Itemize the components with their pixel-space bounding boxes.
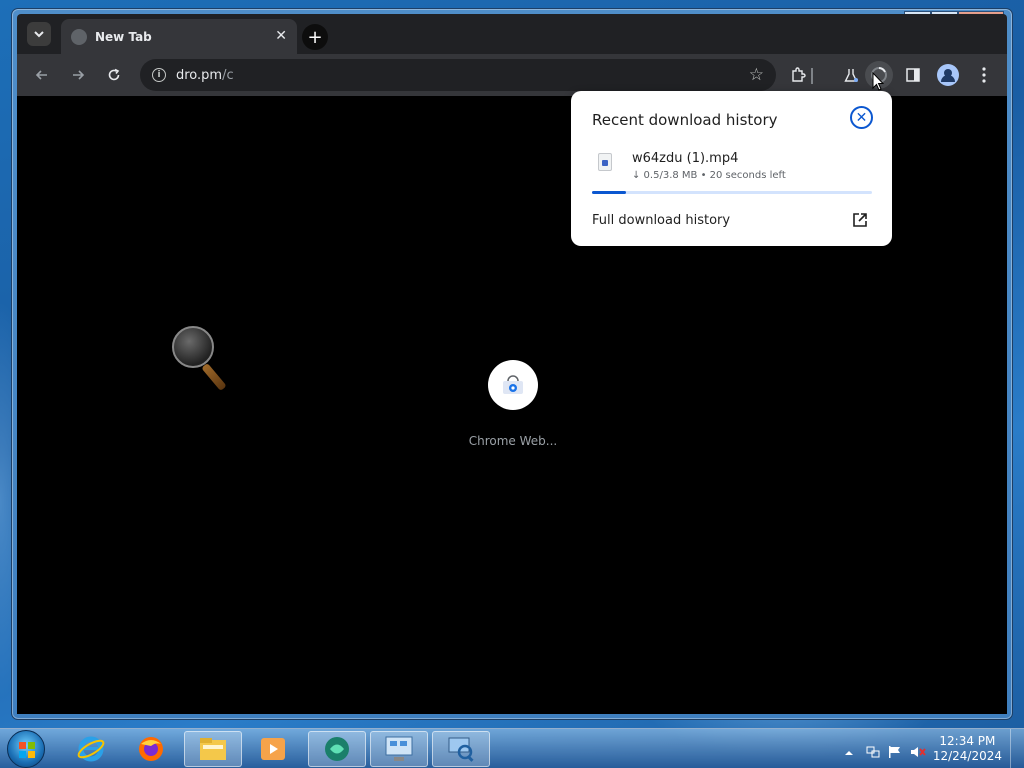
address-bar[interactable]: i dro.pm/c ☆ [140,59,776,91]
clock-time: 12:34 PM [939,734,996,748]
arrow-right-icon [73,70,85,80]
system-tray: 12:34 PM 12/24/2024 [834,729,1024,768]
reload-icon [108,68,120,81]
more-menu-icon[interactable] [973,64,995,86]
shortcut-tile[interactable] [488,360,538,410]
arrow-left-icon [35,70,47,80]
show-desktop-button[interactable] [1010,729,1024,768]
close-bubble-icon[interactable]: ✕ [850,106,873,129]
download-status: ↓ 0.5/3.8 MB • 20 seconds left [632,170,786,181]
control-panel-icon[interactable] [370,731,428,767]
tab-search-button[interactable] [27,22,51,46]
app-icon-active[interactable] [308,731,366,767]
network-icon[interactable] [432,731,490,767]
full-download-history-link[interactable]: Full download history [592,213,730,228]
tab-title: New Tab [95,29,152,44]
downloads-title: Recent download history [592,111,778,129]
tab-strip: New Tab ✕ + [17,14,1007,54]
network-tray-icon[interactable] [866,743,880,758]
show-hidden-icons-icon[interactable] [844,743,858,755]
labs-flask-icon[interactable] [840,64,862,86]
chevron-down-icon [34,31,44,38]
video-file-icon [598,153,612,171]
windows-taskbar: 12:34 PM 12/24/2024 [0,728,1024,768]
downloads-bubble: Recent download history ✕ w64zdu (1).mp4… [571,91,892,246]
file-explorer-icon[interactable] [184,731,242,767]
new-tab-button[interactable]: + [302,24,328,50]
volume-muted-icon[interactable] [910,743,926,757]
bookmark-star-icon[interactable]: ☆ [749,65,764,85]
browser-toolbar: i dro.pm/c ☆ [17,54,1007,96]
globe-icon [71,28,87,45]
profile-avatar[interactable] [937,64,959,86]
url-text: dro.pm/c [176,67,234,83]
forward-button[interactable] [68,65,88,85]
download-progress-fill [592,191,626,194]
magnifier-icon [172,326,232,396]
windows-logo-icon [19,742,35,758]
person-icon [941,69,955,82]
site-info-icon[interactable]: i [152,68,166,82]
shortcut-label: Chrome Web... [468,434,558,448]
side-panel-icon[interactable] [902,64,924,86]
start-button[interactable] [7,730,45,768]
clock[interactable]: 12:34 PM 12/24/2024 [933,734,1002,764]
clock-date: 12/24/2024 [932,749,1002,763]
reload-button[interactable] [104,65,124,85]
tab-new-tab[interactable]: New Tab ✕ [61,19,297,54]
download-filename[interactable]: w64zdu (1).mp4 [632,151,738,166]
action-center-flag-icon[interactable] [888,743,902,758]
back-button[interactable] [32,65,52,85]
open-in-new-icon[interactable] [852,212,868,228]
mouse-cursor-icon [872,72,884,91]
extensions-icon[interactable] [787,64,809,86]
toolbar-separator [811,68,813,84]
chrome-web-store-icon [503,375,523,394]
media-player-icon[interactable] [244,731,302,767]
internet-explorer-icon[interactable] [62,731,120,767]
close-tab-icon[interactable]: ✕ [275,28,287,44]
download-progress-bar [592,191,872,194]
firefox-icon[interactable] [122,731,180,767]
